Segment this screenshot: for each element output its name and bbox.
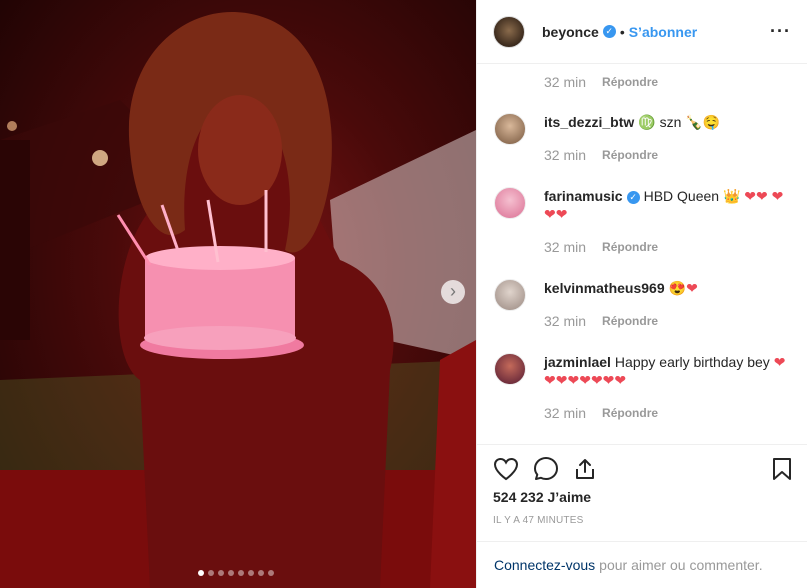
carousel-next-button[interactable]: › xyxy=(441,280,465,304)
carousel-dot xyxy=(218,570,224,576)
comment-username[interactable]: kelvinmatheus969 xyxy=(544,280,665,296)
post-timestamp[interactable]: IL Y A 47 MINUTES xyxy=(493,515,792,526)
comment-time: 32 min xyxy=(544,239,587,255)
comment-text: ♍ szn 🍾🤤 xyxy=(638,114,721,130)
list-item: farinamusic ✓ HBD Queen 👑 ❤❤ ❤❤❤ 32 min Ré… xyxy=(494,187,794,257)
more-options-icon[interactable]: ··· xyxy=(770,21,791,42)
comment-username[interactable]: jazminlael xyxy=(544,354,611,370)
list-item: jazminlael Happy early birthday bey ❤❤❤❤❤… xyxy=(494,353,794,423)
follow-button[interactable]: S’abonner xyxy=(629,24,697,40)
carousel-dot xyxy=(228,570,234,576)
comments-list[interactable]: 32 min Répondre its_dezzi_btw ♍ szn 🍾🤤 32… xyxy=(477,65,807,443)
comment-meta: 32 min Répondre xyxy=(544,145,794,165)
comment-time: 32 min xyxy=(544,405,587,421)
post-side-panel: beyonce ✓ • S’abonner ··· 32 min Répondr… xyxy=(476,0,807,588)
avatar[interactable] xyxy=(494,353,526,385)
comment-meta: 32 min Répondre xyxy=(544,237,794,257)
reply-button[interactable]: Répondre xyxy=(602,404,658,422)
carousel-indicator xyxy=(198,570,274,576)
list-item: kelvinmatheus969 😍❤ 32 min Répondre xyxy=(494,279,794,331)
comment-time: 32 min xyxy=(544,74,587,90)
comment-time: 32 min xyxy=(544,313,587,329)
login-prompt-text: pour aimer ou commenter. xyxy=(599,557,763,573)
reply-button[interactable]: Répondre xyxy=(602,312,658,330)
comment-meta: 32 min Répondre xyxy=(544,72,658,92)
login-link[interactable]: Connectez-vous xyxy=(494,557,595,573)
comment-meta: 32 min Répondre xyxy=(544,403,794,423)
login-prompt: Connectez-vous pour aimer ou commenter. xyxy=(477,541,807,588)
comment-text: 😍❤ xyxy=(668,280,698,296)
verified-badge-icon: ✓ xyxy=(602,25,616,38)
carousel-dot xyxy=(198,570,204,576)
author-username[interactable]: beyonce xyxy=(542,24,599,40)
comment-username[interactable]: farinamusic xyxy=(544,188,623,204)
likes-count[interactable]: 524 232 J’aime xyxy=(493,489,792,505)
share-icon[interactable] xyxy=(573,457,597,481)
reply-button[interactable]: Répondre xyxy=(602,238,658,256)
avatar[interactable] xyxy=(494,187,526,219)
list-item: its_dezzi_btw ♍ szn 🍾🤤 32 min Répondre xyxy=(494,113,794,165)
carousel-dot xyxy=(248,570,254,576)
header-separator: • xyxy=(619,23,625,40)
comment-username[interactable]: its_dezzi_btw xyxy=(544,114,634,130)
post-actions: 524 232 J’aime IL Y A 47 MINUTES xyxy=(477,444,807,526)
carousel-dot xyxy=(238,570,244,576)
heart-icon[interactable] xyxy=(493,457,519,481)
photo-illustration xyxy=(0,11,476,588)
action-icons xyxy=(493,445,792,493)
comment-meta: 32 min Répondre xyxy=(544,311,794,331)
avatar[interactable] xyxy=(494,279,526,311)
comment-time: 32 min xyxy=(544,147,587,163)
reply-button[interactable]: Répondre xyxy=(602,75,658,89)
avatar[interactable] xyxy=(493,15,525,48)
carousel-dot xyxy=(258,570,264,576)
bookmark-icon[interactable] xyxy=(772,457,792,481)
verified-badge-icon: ✓ xyxy=(626,190,640,204)
post-header: beyonce ✓ • S’abonner ··· xyxy=(477,0,807,64)
post-photo[interactable]: › xyxy=(0,0,476,588)
carousel-dot xyxy=(268,570,274,576)
carousel-dot xyxy=(208,570,214,576)
avatar[interactable] xyxy=(494,113,526,145)
comment-icon[interactable] xyxy=(533,456,559,482)
reply-button[interactable]: Répondre xyxy=(602,146,658,164)
